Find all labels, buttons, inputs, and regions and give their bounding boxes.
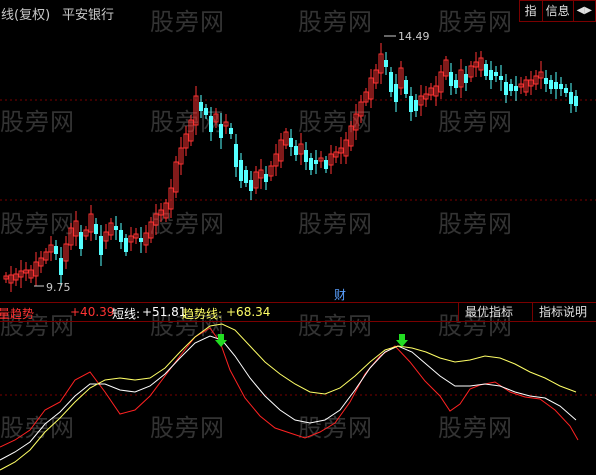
energy-line bbox=[0, 327, 579, 448]
candle-body bbox=[59, 258, 63, 275]
short-line-label: 短线: bbox=[112, 307, 141, 321]
indicator-energy-value: +40.39 bbox=[70, 305, 115, 319]
candle-body bbox=[309, 158, 313, 170]
candle-body bbox=[489, 70, 493, 80]
finance-marker[interactable]: 财 bbox=[334, 286, 346, 303]
candle-body bbox=[554, 82, 558, 89]
high-price-label: 14.49 bbox=[398, 30, 430, 43]
candle-body bbox=[494, 72, 498, 76]
candle-body bbox=[394, 84, 398, 102]
candle-body bbox=[204, 108, 208, 115]
candle-body bbox=[294, 146, 298, 155]
candle-body bbox=[384, 60, 388, 67]
candle-body bbox=[139, 238, 143, 242]
candle-body bbox=[249, 180, 253, 191]
candle-body bbox=[514, 86, 518, 91]
candle-body bbox=[199, 102, 203, 111]
trend-line-value: +68.34 bbox=[226, 305, 271, 319]
signal-arrow-icon bbox=[396, 334, 408, 347]
candle-body bbox=[94, 224, 98, 234]
candle-body bbox=[544, 78, 548, 84]
chart-canvas: 14.49 9.75 bbox=[0, 30, 596, 471]
candle-body bbox=[564, 88, 568, 93]
candle-body bbox=[124, 238, 128, 252]
candle-body bbox=[219, 124, 223, 138]
candle-body bbox=[239, 160, 243, 181]
candle-body bbox=[504, 82, 508, 95]
candle-body bbox=[314, 160, 318, 164]
indicator-help-button[interactable]: 指标说明 bbox=[532, 303, 596, 321]
candle-body bbox=[559, 84, 563, 89]
candle-body bbox=[244, 170, 248, 183]
candle-body bbox=[234, 144, 238, 167]
candle-body bbox=[79, 232, 83, 249]
candle-body bbox=[229, 128, 233, 134]
best-indicator-button[interactable]: 最优指标 bbox=[458, 303, 541, 321]
low-price-label: 9.75 bbox=[46, 281, 71, 294]
candle-body bbox=[114, 226, 118, 230]
candle-body bbox=[484, 64, 488, 76]
candle-body bbox=[549, 80, 553, 89]
trend-line bbox=[0, 323, 577, 471]
candle-body bbox=[404, 80, 408, 94]
candle-body bbox=[289, 138, 293, 147]
candle-body bbox=[414, 100, 418, 111]
candle-body bbox=[324, 160, 328, 169]
short-line bbox=[0, 335, 577, 461]
indicator-name: 能量趋势 bbox=[0, 307, 35, 321]
candle-body bbox=[574, 96, 578, 106]
candle-body bbox=[119, 230, 123, 242]
candle-body bbox=[464, 74, 468, 83]
candle-body bbox=[54, 246, 58, 254]
candle-body bbox=[454, 80, 458, 88]
candle-body bbox=[389, 72, 393, 92]
candle-body bbox=[499, 76, 503, 80]
candle-body bbox=[264, 174, 268, 182]
candle-body bbox=[304, 150, 308, 162]
trend-line-label: 趋势线: bbox=[182, 307, 223, 321]
candle-body bbox=[569, 92, 573, 104]
signal-arrow-icon bbox=[215, 334, 227, 347]
candle-body bbox=[209, 116, 213, 132]
short-line-value: +51.81 bbox=[142, 305, 187, 319]
candle-body bbox=[449, 72, 453, 86]
candle-body bbox=[99, 236, 103, 255]
candle-body bbox=[409, 96, 413, 112]
candle-body bbox=[509, 84, 513, 91]
